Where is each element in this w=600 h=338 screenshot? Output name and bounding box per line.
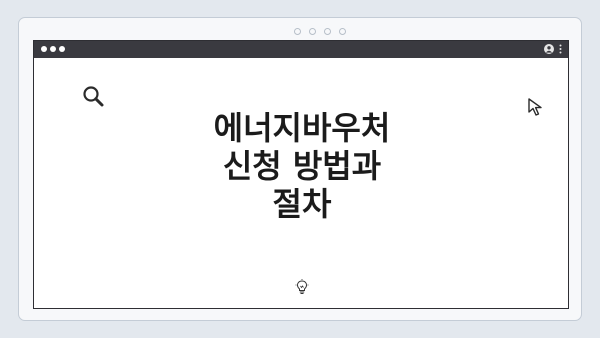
titlebar-icons: [544, 44, 562, 54]
close-window-button[interactable]: [41, 46, 47, 52]
kebab-menu-icon[interactable]: [559, 44, 562, 54]
title-line: 신청 방법과: [222, 147, 382, 185]
frame-dot: [309, 28, 316, 35]
browser-window: 에너지바우처 신청 방법과 절차: [33, 40, 569, 309]
title-bar: [34, 41, 568, 58]
cursor-icon: [526, 97, 548, 119]
title-line: 에너지바우처: [213, 109, 391, 147]
user-icon[interactable]: [544, 44, 554, 54]
lightbulb-icon: [295, 279, 309, 295]
frame-dot: [324, 28, 331, 35]
maximize-window-button[interactable]: [59, 46, 65, 52]
window-controls: [41, 46, 65, 52]
frame-dot: [294, 28, 301, 35]
frame-dots: [294, 28, 346, 35]
frame-dot: [339, 28, 346, 35]
page-title: 에너지바우처 신청 방법과 절차: [184, 109, 420, 223]
minimize-window-button[interactable]: [50, 46, 56, 52]
title-line: 절차: [272, 185, 332, 223]
search-icon: [81, 84, 107, 110]
